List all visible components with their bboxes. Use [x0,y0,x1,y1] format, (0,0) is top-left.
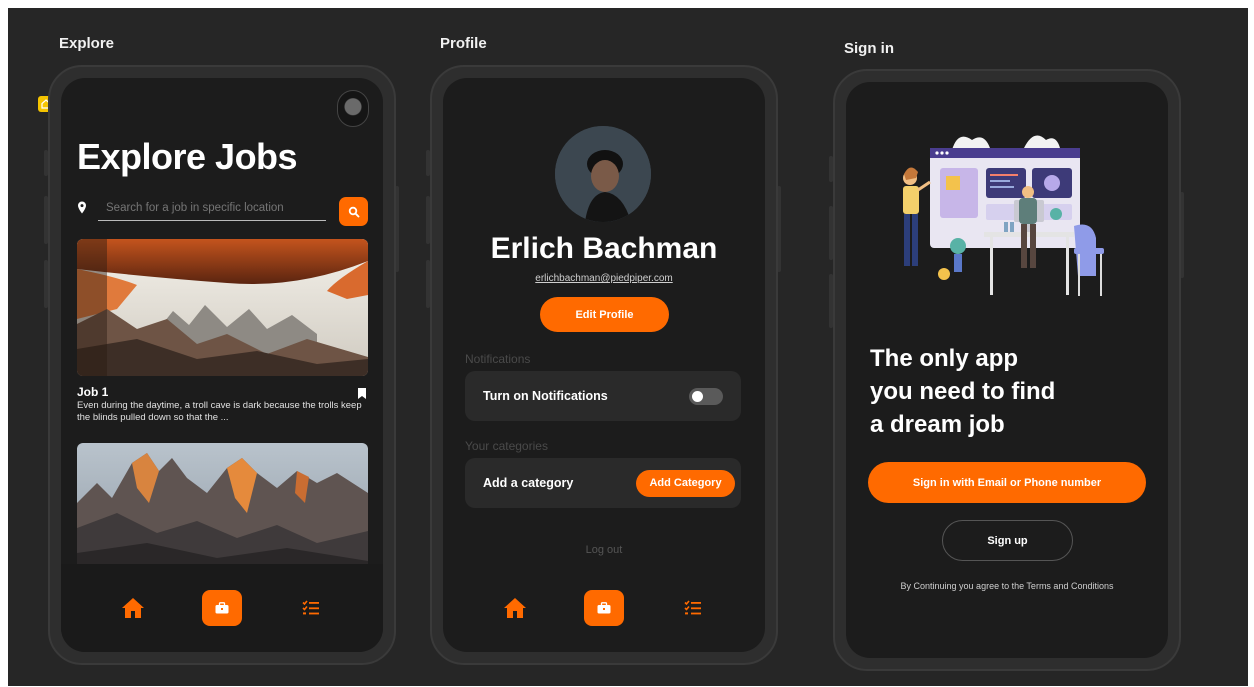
page-title: Explore Jobs [77,136,298,177]
toggle-knob [692,390,703,402]
nav-jobs[interactable] [583,590,624,626]
frame-label-signin: Sign in [844,40,894,57]
notifications-toggle[interactable] [689,387,723,405]
signin-email-phone-button[interactable]: Sign in with Email or Phone number [868,462,1146,503]
design-canvas: Explore Profile Sign in Explore Jobs Sea… [8,8,1248,686]
nav-tasks[interactable] [291,590,331,626]
signup-button[interactable]: Sign up [942,520,1073,561]
avatar[interactable] [337,90,369,127]
job-image[interactable] [77,443,368,580]
nav-home[interactable] [495,590,535,626]
search-icon [348,206,359,217]
profile-name: Erlich Bachman [490,232,718,265]
categories-card: Add a category Add Category [465,458,741,508]
profile-avatar[interactable] [555,126,651,222]
logout-link[interactable]: Log out [443,544,765,556]
signin-screen: The only app you need to find a dream jo… [846,82,1168,658]
nav-tasks[interactable] [673,590,713,626]
home-icon [122,598,145,618]
checklist-icon [684,600,701,615]
headline-line-1: The only app [870,345,1019,372]
job-image[interactable] [77,239,368,376]
explore-screen: Explore Jobs Search for a job in specifi… [61,78,383,652]
search-input[interactable] [98,195,326,221]
nav-jobs[interactable] [201,590,242,626]
edit-profile-button[interactable]: Edit Profile [540,297,669,332]
briefcase-icon [215,602,229,614]
checklist-icon [302,600,319,615]
headline-line-3: a dream job [870,411,1005,438]
bottom-nav [61,564,383,652]
add-category-text: Add a category [483,476,574,490]
add-category-button[interactable]: Add Category [636,469,735,497]
categories-heading: Your categories [465,439,548,453]
frame-label-explore: Explore [59,35,115,52]
briefcase-icon [597,602,611,614]
terms-text[interactable]: By Continuing you agree to the Terms and… [846,581,1168,591]
signin-headline: The only app you need to find a dream jo… [870,342,1055,441]
profile-phone: Erlich Bachman erlichbachman@piedpiper.c… [430,65,778,665]
headline-line-2: you need to find [870,378,1056,405]
notifications-label: Turn on Notifications [483,389,608,403]
notifications-heading: Notifications [465,352,531,366]
nav-home[interactable] [113,590,153,626]
signin-phone: The only app you need to find a dream jo… [833,69,1181,671]
frame-label-profile: Profile [440,35,487,52]
job-title: Job 1 [77,385,109,399]
explore-phone: Explore Jobs Search for a job in specifi… [48,65,396,665]
notifications-card: Turn on Notifications [465,371,741,421]
search-button[interactable] [339,197,368,226]
workspace-illustration [900,126,1130,306]
location-pin-icon [77,201,87,219]
profile-email[interactable]: erlichbachman@piedpiper.com [443,273,765,284]
job-description: Even during the daytime, a troll cave is… [77,400,362,423]
profile-screen: Erlich Bachman erlichbachman@piedpiper.c… [443,78,765,652]
bottom-nav [443,564,765,652]
home-icon [504,598,527,618]
